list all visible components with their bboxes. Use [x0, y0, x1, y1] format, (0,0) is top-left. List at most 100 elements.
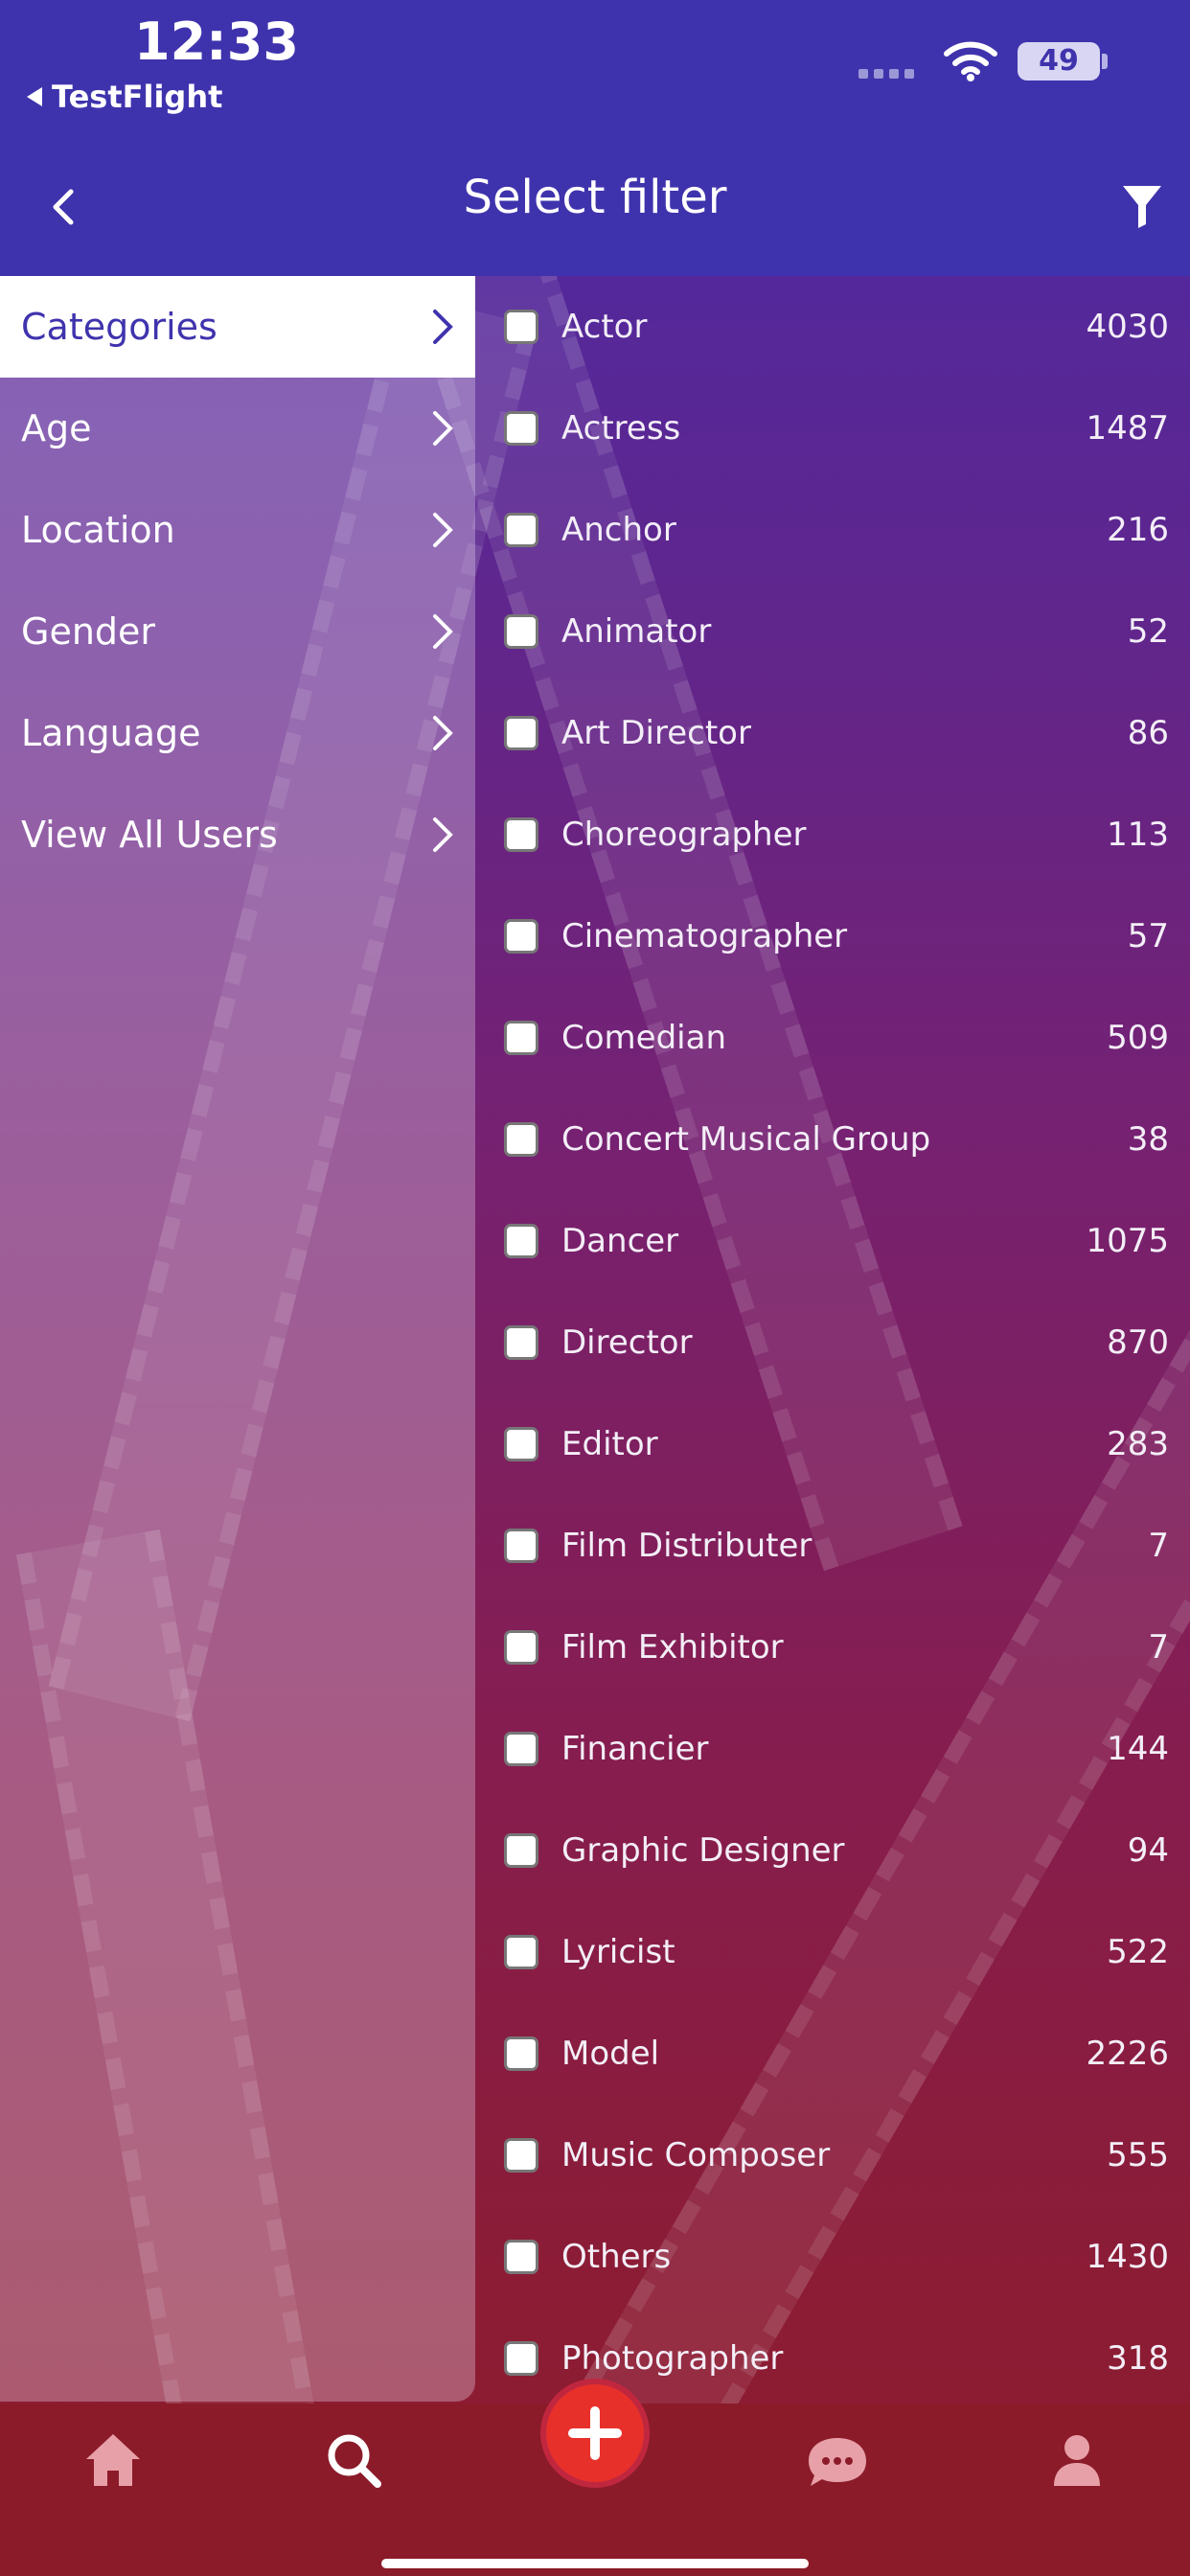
category-count: 870 [1107, 1323, 1169, 1362]
list-item[interactable]: Graphic Designer 94 [475, 1800, 1190, 1901]
checkbox[interactable] [504, 1224, 538, 1258]
category-name: Music Composer [561, 2136, 831, 2174]
category-count: 7 [1148, 1527, 1169, 1565]
menu-item-language[interactable]: Language [0, 682, 475, 784]
category-count: 38 [1127, 1120, 1169, 1159]
checkbox[interactable] [504, 614, 538, 649]
list-item[interactable]: Financier 144 [475, 1698, 1190, 1800]
search-icon[interactable] [316, 2423, 393, 2499]
list-item[interactable]: Model 2226 [475, 2003, 1190, 2104]
category-count: 555 [1107, 2136, 1169, 2174]
category-count: 52 [1127, 612, 1169, 651]
category-name: Model [561, 2035, 660, 2073]
menu-item-age[interactable]: Age [0, 378, 475, 479]
category-count: 57 [1127, 917, 1169, 955]
menu-item-gender[interactable]: Gender [0, 581, 475, 682]
category-count: 318 [1107, 2339, 1169, 2378]
checkbox[interactable] [504, 1122, 538, 1157]
list-item[interactable]: Lyricist 522 [475, 1901, 1190, 2003]
list-item[interactable]: Concert Musical Group 38 [475, 1089, 1190, 1190]
checkbox[interactable] [504, 1833, 538, 1868]
checkbox[interactable] [504, 2036, 538, 2071]
menu-item-location[interactable]: Location [0, 479, 475, 581]
checkbox[interactable] [504, 1529, 538, 1563]
menu-item-categories[interactable]: Categories [0, 276, 475, 378]
category-name: Choreographer [561, 816, 807, 854]
category-count: 283 [1107, 1425, 1169, 1463]
checkbox[interactable] [504, 1732, 538, 1766]
checkbox[interactable] [504, 411, 538, 446]
category-name: Concert Musical Group [561, 1120, 931, 1159]
checkbox[interactable] [504, 2138, 538, 2173]
category-name: Animator [561, 612, 712, 651]
category-name: Art Director [561, 714, 751, 752]
chevron-right-icon [433, 310, 453, 344]
home-icon[interactable] [75, 2423, 151, 2499]
home-indicator [381, 2559, 809, 2568]
profile-icon[interactable] [1039, 2423, 1115, 2499]
checkbox[interactable] [504, 817, 538, 852]
chevron-right-icon [433, 513, 453, 547]
category-name: Graphic Designer [561, 1831, 845, 1870]
checkbox[interactable] [504, 716, 538, 750]
menu-item-view-all-users[interactable]: View All Users [0, 784, 475, 886]
list-item[interactable]: Anchor 216 [475, 479, 1190, 581]
menu-item-label: Age [21, 407, 92, 449]
checkbox[interactable] [504, 513, 538, 547]
chat-icon[interactable] [799, 2423, 876, 2499]
list-item[interactable]: Animator 52 [475, 581, 1190, 682]
list-item[interactable]: Film Exhibitor 7 [475, 1597, 1190, 1698]
menu-item-label: Location [21, 509, 175, 551]
plus-icon[interactable] [540, 2379, 650, 2488]
header: Select filter [0, 144, 1190, 276]
list-item[interactable]: Cinematographer 57 [475, 886, 1190, 987]
list-item[interactable]: Dancer 1075 [475, 1190, 1190, 1292]
chevron-right-icon [433, 411, 453, 446]
category-name: Film Exhibitor [561, 1628, 784, 1667]
category-count: 509 [1107, 1019, 1169, 1057]
category-count: 7 [1148, 1628, 1169, 1667]
back-app-label: TestFlight [52, 79, 223, 115]
category-name: Film Distributer [561, 1527, 812, 1565]
category-name: Editor [561, 1425, 658, 1463]
list-item[interactable]: Art Director 86 [475, 682, 1190, 784]
category-count: 1430 [1086, 2238, 1169, 2276]
list-item[interactable]: Music Composer 555 [475, 2104, 1190, 2206]
checkbox[interactable] [504, 919, 538, 954]
category-list: Actor 4030 Actress 1487 Anchor 216 Animator… [475, 276, 1190, 2402]
category-count: 1075 [1086, 1222, 1169, 1260]
category-name: Lyricist [561, 1933, 675, 1971]
list-item[interactable]: Editor 283 [475, 1393, 1190, 1495]
back-arrow-icon [27, 87, 42, 106]
list-item[interactable]: Director 870 [475, 1292, 1190, 1393]
checkbox[interactable] [504, 1021, 538, 1055]
menu-item-label: Categories [21, 306, 217, 348]
checkbox[interactable] [504, 2341, 538, 2376]
list-item[interactable]: Actress 1487 [475, 378, 1190, 479]
list-item[interactable]: Comedian 509 [475, 987, 1190, 1089]
checkbox[interactable] [504, 1325, 538, 1360]
chevron-right-icon [433, 817, 453, 852]
checkbox[interactable] [504, 1427, 538, 1461]
menu-item-label: View All Users [21, 814, 278, 856]
checkbox[interactable] [504, 2240, 538, 2274]
status-time: 12:33 [134, 12, 299, 72]
signal-icon [858, 69, 914, 79]
checkbox[interactable] [504, 1935, 538, 1969]
checkbox[interactable] [504, 310, 538, 344]
filter-icon[interactable] [1119, 180, 1165, 232]
battery-cap [1102, 54, 1108, 69]
status-bar: 12:33 TestFlight 49 [0, 0, 1190, 144]
list-item[interactable]: Others 1430 [475, 2206, 1190, 2308]
list-item[interactable]: Film Distributer 7 [475, 1495, 1190, 1597]
list-item[interactable]: Choreographer 113 [475, 784, 1190, 886]
category-count: 144 [1107, 1730, 1169, 1768]
category-name: Actress [561, 409, 681, 448]
back-to-testflight[interactable]: TestFlight [27, 79, 222, 115]
category-count: 86 [1127, 714, 1169, 752]
checkbox[interactable] [504, 1630, 538, 1665]
category-name: Anchor [561, 511, 676, 549]
list-item[interactable]: Actor 4030 [475, 276, 1190, 378]
category-count: 2226 [1086, 2035, 1169, 2073]
filter-menu: Categories Age Location Gender Language … [0, 276, 475, 2402]
